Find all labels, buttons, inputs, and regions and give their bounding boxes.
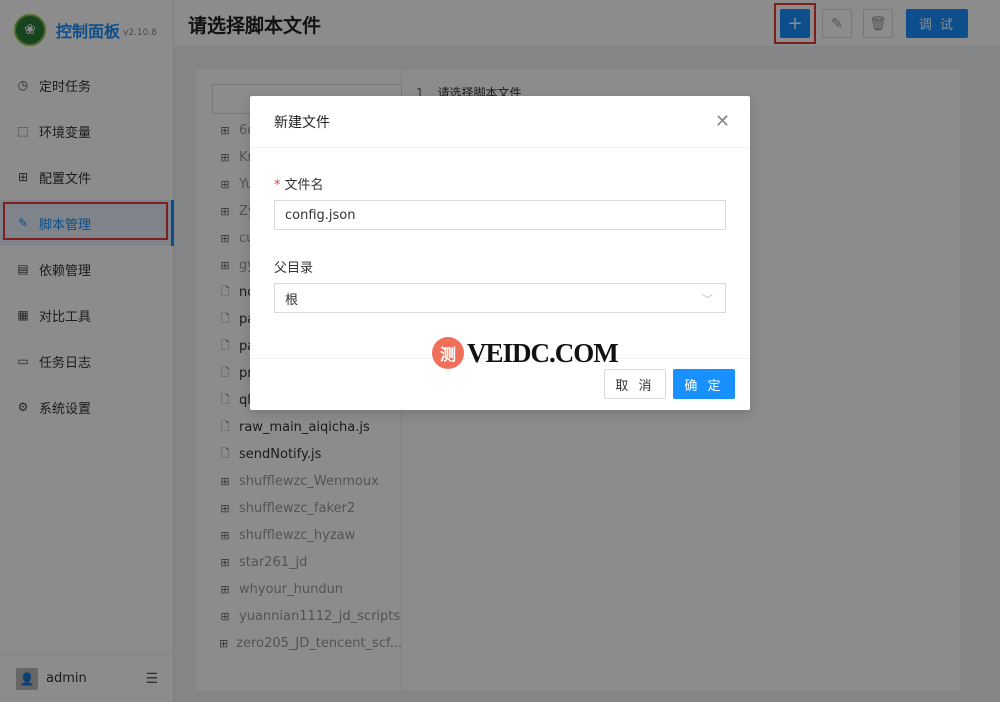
chevron-down-icon: ﹀ [702, 293, 713, 306]
close-icon[interactable]: ✕ [715, 111, 730, 132]
parent-dir-label: 父目录 [274, 261, 314, 276]
watermark: 测 VEIDC.COM [432, 337, 619, 369]
filename-input[interactable]: config.json [274, 200, 726, 230]
filename-label: * 文件名 [274, 178, 324, 193]
required-mark: * [274, 178, 281, 193]
cancel-button[interactable]: 取 消 [604, 369, 666, 399]
parent-dir-select[interactable]: 根 ﹀ [274, 283, 726, 313]
watermark-text: VEIDC.COM [467, 337, 619, 368]
dialog-title: 新建文件 [274, 114, 330, 131]
dialog-header: 新建文件 ✕ [250, 96, 750, 148]
confirm-button[interactable]: 确 定 [673, 369, 735, 399]
watermark-badge: 测 [432, 337, 464, 369]
parent-dir-value: 根 [285, 292, 299, 308]
